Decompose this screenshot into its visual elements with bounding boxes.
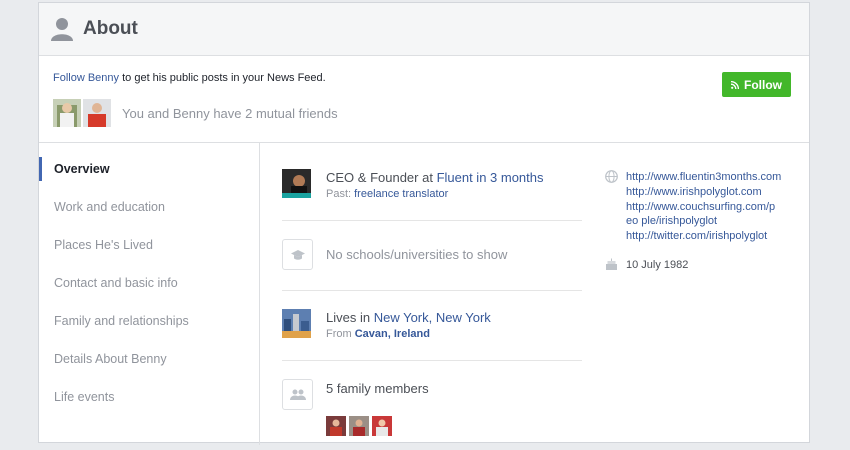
website-link[interactable]: http://twitter.com/irishpolyglot [626,229,781,244]
rss-icon [731,80,739,89]
past-work: Past: freelance translator [326,188,448,200]
family-members-link[interactable]: 5 family members [326,381,429,396]
family-icon [289,389,306,400]
work-title: CEO & Founder at Fluent in 3 months [326,170,544,185]
about-card: About Follow Benny to get his public pos… [38,2,810,445]
cake-icon [606,258,617,270]
nav-item-places-lived[interactable]: Places He's Lived [39,233,264,257]
mutual-friend-avatar[interactable] [83,99,111,127]
nav-item-family-relationships[interactable]: Family and relationships [39,309,264,333]
website-link[interactable]: http://www.couchsurfing.com/peo ple/iris… [626,200,776,230]
divider [282,360,582,361]
family-member-avatar[interactable] [372,416,392,436]
follow-prompt: Follow Benny to get his public posts in … [53,72,326,84]
city-thumbnail[interactable] [282,309,311,338]
from-prefix: From [326,328,355,340]
nav-item-overview[interactable]: Overview [39,157,264,181]
nav-item-details[interactable]: Details About Benny [39,347,264,371]
follow-benny-link[interactable]: Follow Benny [53,72,119,84]
mutual-friends: You and Benny have 2 mutual friends [53,99,338,127]
mutual-friend-avatar[interactable] [53,99,81,127]
education-icon-box [282,239,313,270]
past-role-link[interactable]: freelance translator [354,188,448,200]
divider [282,220,582,221]
no-schools-text: No schools/universities to show [326,247,508,262]
lives-in: Lives in New York, New York [326,310,491,325]
work-row: CEO & Founder at Fluent in 3 months Past… [282,169,582,209]
mutual-friends-text[interactable]: You and Benny have 2 mutual friends [122,106,338,121]
nav-item-work-education[interactable]: Work and education [39,195,264,219]
globe-icon [605,170,618,183]
follow-button[interactable]: Follow [722,72,791,97]
family-member-avatar[interactable] [326,416,346,436]
family-icon-box [282,379,313,410]
follow-section: Follow Benny to get his public posts in … [39,56,809,143]
work-title-prefix: CEO & Founder at [326,170,437,185]
family-member-avatar[interactable] [349,416,369,436]
hometown-link[interactable]: Cavan, Ireland [355,328,430,340]
hometown: From Cavan, Ireland [326,328,430,340]
website-link[interactable]: http://www.fluentin3months.com [626,170,781,185]
nav-item-life-events[interactable]: Life events [39,385,264,409]
lives-row: Lives in New York, New York From Cavan, … [282,309,582,349]
past-prefix: Past: [326,188,355,200]
nav-item-contact-info[interactable]: Contact and basic info [39,271,264,295]
page-title: About [83,18,138,39]
website-links: http://www.fluentin3months.com http://ww… [626,170,781,244]
education-row: No schools/universities to show [282,239,582,271]
follow-button-label: Follow [744,77,782,92]
lives-prefix: Lives in [326,310,374,325]
follow-prompt-rest: to get his public posts in your News Fee… [119,72,326,84]
website-link[interactable]: http://www.irishpolyglot.com [626,185,781,200]
person-icon [51,18,73,41]
company-link[interactable]: Fluent in 3 months [437,170,544,185]
birthday-text: 10 July 1982 [626,259,689,271]
about-nav: Overview Work and education Places He's … [39,143,260,445]
current-city-link[interactable]: New York, New York [374,310,491,325]
company-thumbnail[interactable] [282,169,311,198]
about-body: Overview Work and education Places He's … [39,143,809,445]
family-row: 5 family members [282,379,582,439]
graduation-cap-icon [290,249,305,260]
about-header: About [39,3,809,56]
divider [282,290,582,291]
